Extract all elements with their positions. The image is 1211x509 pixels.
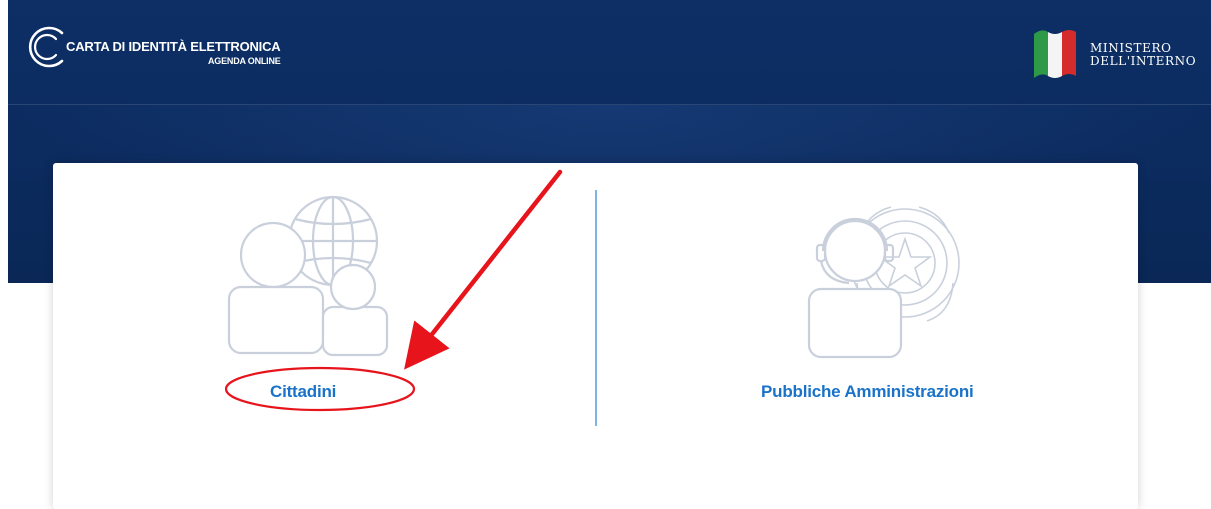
cie-logo-icon — [28, 26, 64, 68]
topbar-divider — [8, 104, 1211, 105]
access-selection-card: Cittadini Pubbliche Amministrazioni — [53, 163, 1138, 509]
ministry-line-2: DELL'INTERNO — [1090, 54, 1197, 68]
operator-emblem-icon[interactable] — [799, 193, 969, 361]
brand-subtitle: AGENDA ONLINE — [208, 56, 281, 66]
citizens-globe-icon[interactable] — [223, 191, 393, 359]
ministry-logo[interactable]: MINISTERO DELL'INTERNO — [1032, 24, 1211, 84]
pubbliche-amministrazioni-link[interactable]: Pubbliche Amministrazioni — [761, 382, 974, 402]
cittadini-link[interactable]: Cittadini — [270, 382, 336, 402]
ministry-text: MINISTERO DELL'INTERNO — [1090, 42, 1196, 68]
brand-title: CARTA DI IDENTITÀ ELETTRONICA — [66, 39, 281, 54]
italian-flag-icon — [1034, 30, 1076, 78]
vertical-divider — [595, 190, 597, 426]
